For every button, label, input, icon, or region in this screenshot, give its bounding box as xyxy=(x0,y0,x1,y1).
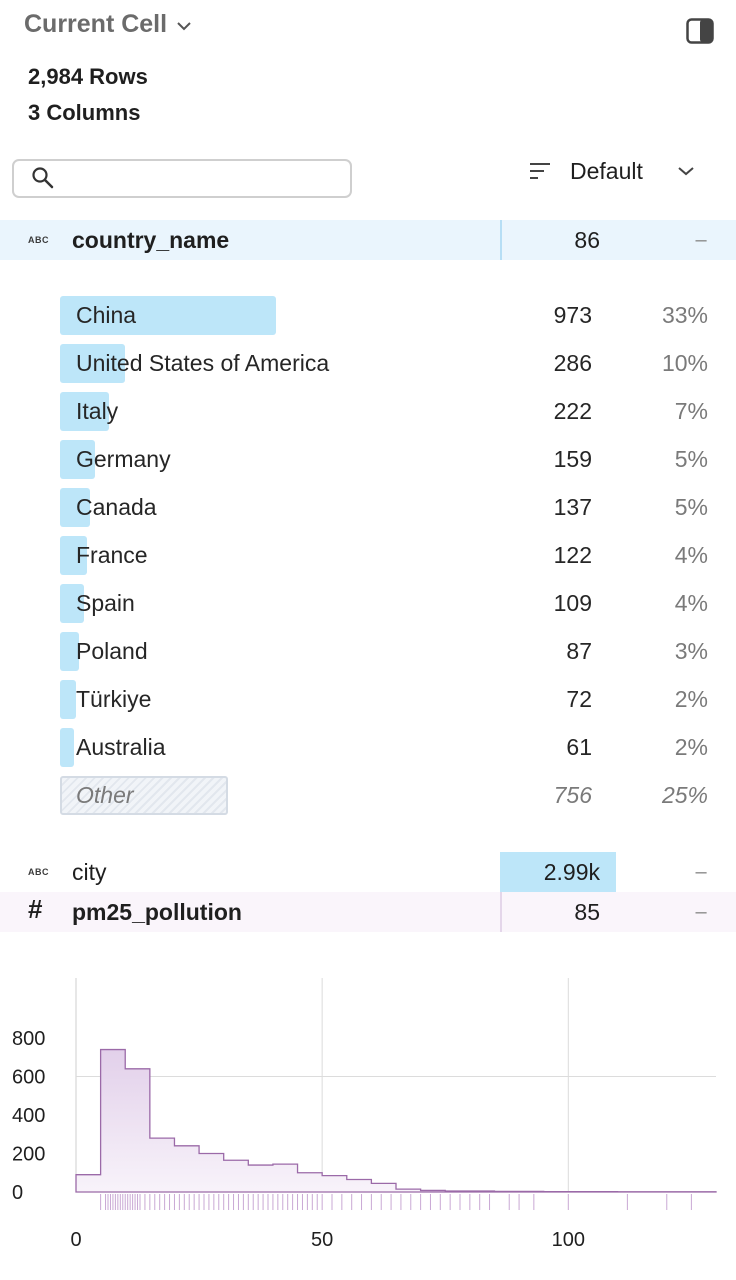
y-tick-label: 200 xyxy=(12,1144,45,1166)
value-row[interactable]: Poland 87 3% xyxy=(60,632,720,672)
value-percent: 7% xyxy=(674,398,708,424)
value-count: 61 xyxy=(566,734,592,760)
y-tick-label: 600 xyxy=(12,1067,45,1089)
chevron-down-icon xyxy=(177,22,191,31)
value-percent: 25% xyxy=(661,782,708,808)
value-row[interactable]: France 122 4% xyxy=(60,536,720,576)
value-row[interactable]: Italy 222 7% xyxy=(60,392,720,432)
value-label: France xyxy=(76,542,148,568)
value-label: Canada xyxy=(76,494,157,520)
distinct-count: 85 xyxy=(574,898,600,925)
column-name: country_name xyxy=(72,226,230,253)
value-label: Spain xyxy=(76,590,135,616)
value-label: Germany xyxy=(76,446,171,472)
column-row-pm25-pollution[interactable]: # pm25_pollution 85 – xyxy=(0,892,736,932)
value-count: 72 xyxy=(566,686,592,712)
x-tick-label: 0 xyxy=(70,1229,81,1251)
y-tick-label: 400 xyxy=(12,1105,45,1127)
y-tick-label: 0 xyxy=(12,1182,23,1204)
value-label: Türkiye xyxy=(76,686,152,712)
column-row-country-name[interactable]: ABC country_name 86 – xyxy=(0,220,736,260)
value-percent: 3% xyxy=(674,638,708,664)
null-indicator: – xyxy=(695,900,707,923)
sidebar-toggle-icon[interactable] xyxy=(686,18,714,44)
value-row-other[interactable]: Other 756 25% xyxy=(60,776,720,816)
text-type-icon: ABC xyxy=(28,235,49,245)
panel-title-dropdown[interactable]: Current Cell xyxy=(24,10,191,39)
value-percent: 10% xyxy=(661,350,708,376)
value-count: 137 xyxy=(553,494,592,520)
value-label: Australia xyxy=(76,734,166,760)
column-count: 3 Columns xyxy=(28,100,141,125)
null-indicator: – xyxy=(695,228,707,251)
value-label: Other xyxy=(76,782,134,808)
value-count: 973 xyxy=(553,302,592,328)
search-input[interactable] xyxy=(62,161,346,197)
value-bar xyxy=(60,680,76,719)
value-count: 122 xyxy=(553,542,592,568)
value-row[interactable]: United States of America 286 10% xyxy=(60,344,720,384)
value-percent: 2% xyxy=(674,734,708,760)
chevron-down-icon xyxy=(678,167,694,176)
value-percent: 5% xyxy=(674,494,708,520)
histogram-area xyxy=(75,1048,717,1193)
column-row-city[interactable]: ABC city 2.99k – xyxy=(0,852,736,892)
panel-title: Current Cell xyxy=(24,10,168,38)
sort-label: Default xyxy=(570,157,643,184)
value-row[interactable]: Germany 159 5% xyxy=(60,440,720,480)
search-field[interactable] xyxy=(12,159,352,198)
value-label: Poland xyxy=(76,638,148,664)
sort-icon xyxy=(530,163,550,179)
pm25-histogram: 0 200 400 600 800 0 50 100 xyxy=(0,960,736,1260)
value-count: 159 xyxy=(553,446,592,472)
value-row[interactable]: China 973 33% xyxy=(60,296,720,336)
x-tick-label: 100 xyxy=(552,1229,585,1251)
text-type-icon: ABC xyxy=(28,867,49,877)
value-count: 109 xyxy=(553,590,592,616)
x-tick-label: 50 xyxy=(311,1229,333,1251)
value-percent: 5% xyxy=(674,446,708,472)
value-percent: 33% xyxy=(661,302,708,328)
value-row[interactable]: Australia 61 2% xyxy=(60,728,720,768)
number-type-icon: # xyxy=(28,894,43,924)
column-name: pm25_pollution xyxy=(72,898,242,925)
value-row[interactable]: Spain 109 4% xyxy=(60,584,720,624)
column-name: city xyxy=(72,858,107,885)
value-percent: 2% xyxy=(674,686,708,712)
value-row[interactable]: Canada 137 5% xyxy=(60,488,720,528)
value-percent: 4% xyxy=(674,590,708,616)
value-count: 222 xyxy=(553,398,592,424)
null-indicator: – xyxy=(695,860,707,883)
value-label: China xyxy=(76,302,137,328)
value-count: 87 xyxy=(566,638,592,664)
sort-dropdown[interactable]: Default xyxy=(528,152,694,190)
distinct-count: 86 xyxy=(574,226,600,253)
value-count: 286 xyxy=(553,350,592,376)
value-count: 756 xyxy=(553,782,592,808)
value-label: Italy xyxy=(76,398,119,424)
value-percent: 4% xyxy=(674,542,708,568)
row-count: 2,984 Rows xyxy=(28,64,148,89)
value-label: United States of America xyxy=(76,350,330,376)
value-bar xyxy=(60,728,74,767)
y-tick-label: 800 xyxy=(12,1028,45,1050)
value-row[interactable]: Türkiye 72 2% xyxy=(60,680,720,720)
histogram-svg: 0 200 400 600 800 0 50 100 xyxy=(12,978,717,1251)
distinct-count: 2.99k xyxy=(543,858,600,885)
search-icon xyxy=(31,166,55,195)
